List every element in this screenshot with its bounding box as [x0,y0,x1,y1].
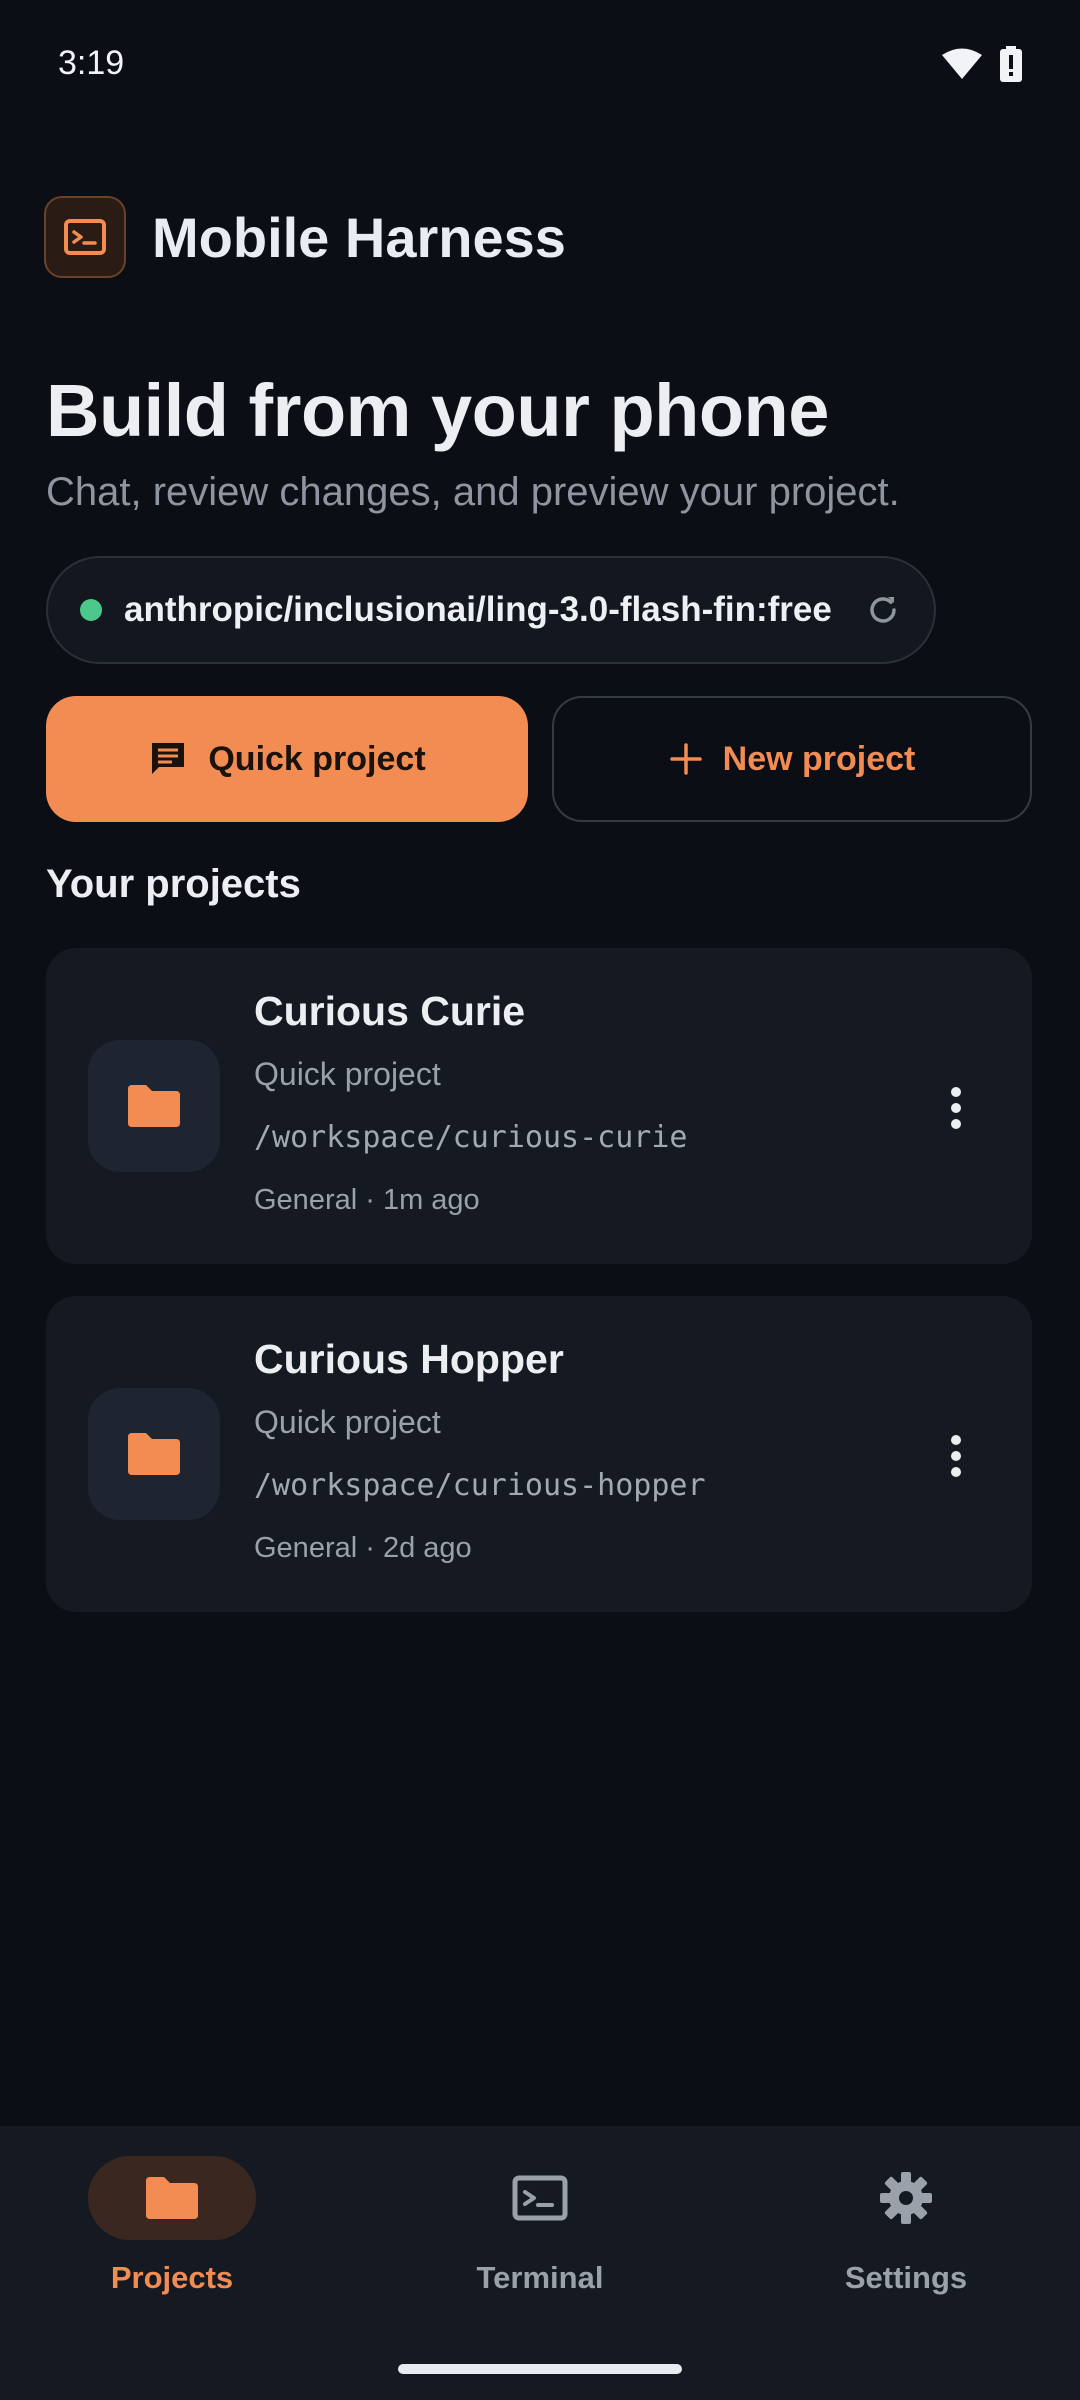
more-vert-icon[interactable] [936,1078,976,1138]
project-card[interactable]: Curious Curie Quick project /workspace/c… [46,948,1032,1264]
app-header: Mobile Harness [44,196,566,278]
project-card[interactable]: Curious Hopper Quick project /workspace/… [46,1296,1032,1612]
hero-title: Build from your phone [46,369,829,452]
nav-label-projects: Projects [110,2260,234,2295]
new-project-label: New project [722,739,916,778]
gear-icon [822,2156,990,2240]
app-title: Mobile Harness [152,205,566,269]
status-time: 3:19 [58,44,125,82]
model-name: anthropic/inclusionai/ling-3.0-flash-fin… [124,590,832,629]
folder-icon [88,1040,220,1172]
plus-icon [669,742,703,776]
bottom-navigation: Projects Terminal Settings [0,2126,1080,2400]
nav-item-settings[interactable]: Settings [786,2156,1026,2306]
nav-label-terminal: Terminal [476,2260,604,2295]
status-bar: 3:19 [0,0,1080,130]
quick-project-label: Quick project [208,739,426,778]
project-name: Curious Curie [254,988,526,1034]
terminal-icon [456,2156,624,2240]
model-selector-chip[interactable]: anthropic/inclusionai/ling-3.0-flash-fin… [46,556,936,664]
project-type: Quick project [254,1404,441,1440]
hero-subtitle: Chat, review changes, and preview your p… [46,470,900,514]
more-vert-icon[interactable] [936,1426,976,1486]
app-screen: 3:19 Mobile Harness Build from your phon… [0,0,1080,2400]
project-name: Curious Hopper [254,1336,564,1382]
status-icons [942,46,1022,82]
model-status-dot [80,599,102,621]
section-title-your-projects: Your projects [46,862,301,906]
terminal-icon [44,196,126,278]
refresh-icon[interactable] [866,593,900,627]
folder-icon [88,2156,256,2240]
nav-item-projects[interactable]: Projects [52,2156,292,2306]
project-path: /workspace/curious-curie [254,1120,688,1155]
battery-alert-icon [1000,46,1022,82]
quick-project-button[interactable]: Quick project [46,696,528,822]
folder-icon [88,1388,220,1520]
project-path: /workspace/curious-hopper [254,1468,706,1503]
new-project-button[interactable]: New project [552,696,1032,822]
nav-label-settings: Settings [844,2260,968,2295]
nav-item-terminal[interactable]: Terminal [420,2156,660,2306]
home-indicator[interactable] [398,2364,682,2374]
project-type: Quick project [254,1056,441,1092]
project-meta: General · 2d ago [254,1532,472,1564]
project-meta: General · 1m ago [254,1184,480,1216]
chat-icon [148,739,188,779]
wifi-icon [942,48,982,80]
